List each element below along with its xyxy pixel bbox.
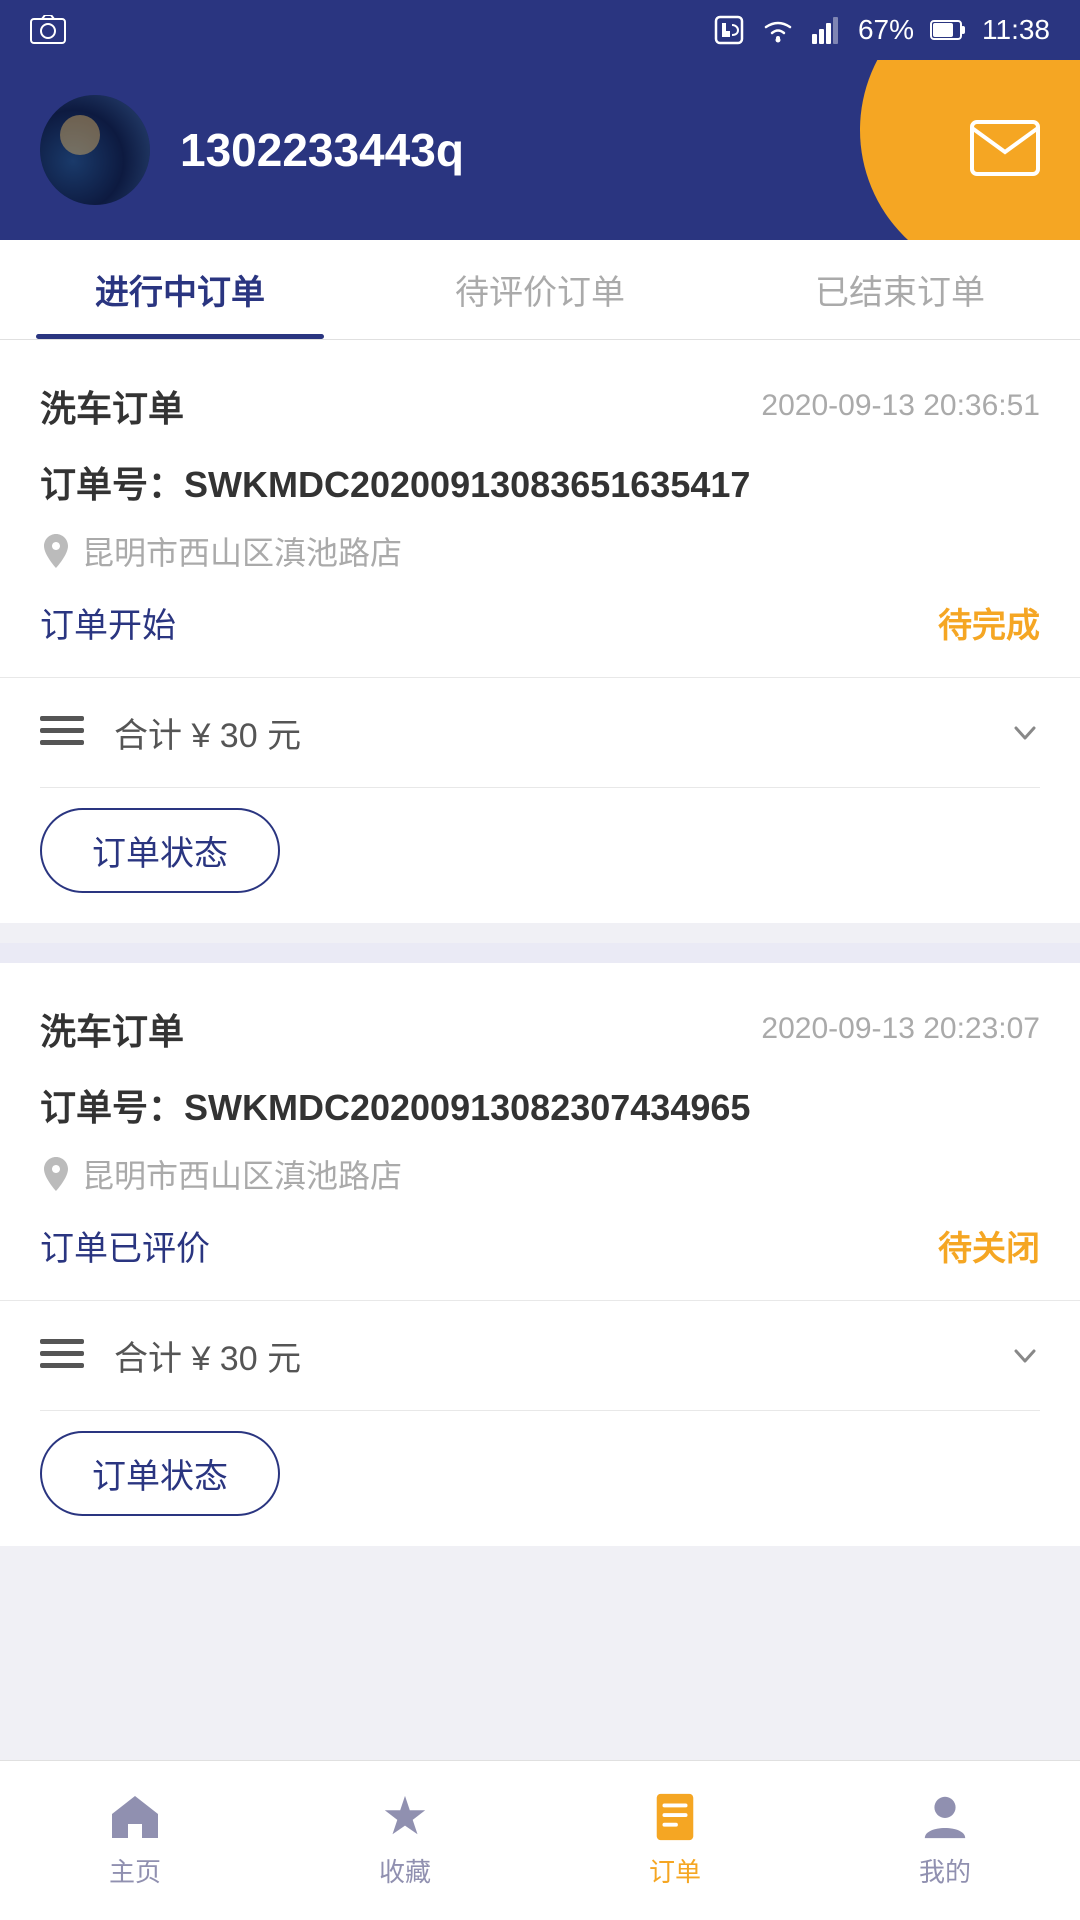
- status-right-2: 待关闭: [938, 1221, 1040, 1270]
- nav-favorites-label: 收藏: [379, 1852, 431, 1889]
- nfc-icon: [714, 15, 744, 45]
- status-bar-left: [30, 15, 66, 45]
- orders-icon: [648, 1792, 702, 1842]
- order-total-row-2[interactable]: 合计 ¥ 30 元: [40, 1301, 1040, 1410]
- status-right-1: 待完成: [938, 598, 1040, 647]
- content-area: 洗车订单 2020-09-13 20:36:51 订单号：SWKMDC20200…: [0, 340, 1080, 1746]
- order-status-row-2: 订单已评价 待关闭: [40, 1221, 1040, 1270]
- total-text-1: 合计 ¥ 30 元: [114, 708, 980, 757]
- mail-icon: [970, 120, 1040, 176]
- header: 1302233443q: [0, 60, 1080, 240]
- section-separator: [0, 943, 1080, 963]
- order-no-1: 订单号：SWKMDC20200913083651635417: [40, 456, 1040, 508]
- order-type-2: 洗车订单: [40, 1003, 184, 1055]
- location-text-1: 昆明市西山区滇池路店: [82, 528, 402, 574]
- bottom-spacer: [0, 1566, 1080, 1746]
- avatar-image: [40, 95, 150, 205]
- order-time-2: 2020-09-13 20:23:07: [761, 1012, 1040, 1046]
- bottom-nav: 主页 收藏 订单 我的: [0, 1760, 1080, 1920]
- order-location-1: 昆明市西山区滇池路店: [40, 528, 1040, 574]
- order-action-row-2: 订单状态: [40, 1410, 1040, 1546]
- nav-favorites[interactable]: 收藏: [270, 1792, 540, 1889]
- status-left-1: 订单开始: [40, 598, 176, 647]
- nav-mine-label: 我的: [919, 1852, 971, 1889]
- order-total-row-1[interactable]: 合计 ¥ 30 元: [40, 678, 1040, 787]
- nav-home[interactable]: 主页: [0, 1792, 270, 1889]
- location-icon-1: [40, 532, 72, 570]
- home-icon: [108, 1792, 162, 1842]
- mail-button[interactable]: [970, 120, 1040, 181]
- status-bar-right: 67% 11:38: [714, 14, 1050, 46]
- star-icon: [378, 1792, 432, 1842]
- order-tabs: 进行中订单 待评价订单 已结束订单: [0, 240, 1080, 340]
- total-text-2: 合计 ¥ 30 元: [114, 1331, 980, 1380]
- nav-orders-label: 订单: [649, 1852, 701, 1889]
- order-card-2: 洗车订单 2020-09-13 20:23:07 订单号：SWKMDC20200…: [0, 963, 1080, 1546]
- order-status-row-1: 订单开始 待完成: [40, 598, 1040, 647]
- avatar: [40, 95, 150, 205]
- order-no-2: 订单号：SWKMDC20200913082307434965: [40, 1079, 1040, 1131]
- order-header-2: 洗车订单 2020-09-13 20:23:07: [40, 1003, 1040, 1055]
- order-time-1: 2020-09-13 20:36:51: [761, 389, 1040, 423]
- tab-pending[interactable]: 待评价订单: [360, 240, 720, 339]
- order-card-1: 洗车订单 2020-09-13 20:36:51 订单号：SWKMDC20200…: [0, 340, 1080, 923]
- nav-orders[interactable]: 订单: [540, 1792, 810, 1889]
- status-bar: 67% 11:38: [0, 0, 1080, 60]
- tab-ended[interactable]: 已结束订单: [720, 240, 1080, 339]
- order-state-btn-2[interactable]: 订单状态: [40, 1431, 280, 1516]
- order-location-2: 昆明市西山区滇池路店: [40, 1151, 1040, 1197]
- order-state-btn-1[interactable]: 订单状态: [40, 808, 280, 893]
- battery-text: 67%: [858, 14, 914, 46]
- location-icon-2: [40, 1155, 72, 1193]
- person-icon: [918, 1792, 972, 1842]
- order-action-row-1: 订单状态: [40, 787, 1040, 923]
- chevron-icon-2: [1010, 1341, 1040, 1371]
- wifi-icon: [760, 16, 796, 44]
- chevron-icon-1: [1010, 718, 1040, 748]
- list-icon-1: [40, 714, 84, 752]
- nav-mine[interactable]: 我的: [810, 1792, 1080, 1889]
- signal-icon: [812, 16, 842, 44]
- location-text-2: 昆明市西山区滇池路店: [82, 1151, 402, 1197]
- username: 1302233443q: [180, 123, 970, 177]
- photo-icon: [30, 15, 66, 45]
- status-left-2: 订单已评价: [40, 1221, 210, 1270]
- battery-icon: [930, 19, 966, 41]
- tab-ongoing[interactable]: 进行中订单: [0, 240, 360, 339]
- time-display: 11:38: [982, 14, 1050, 46]
- order-header-1: 洗车订单 2020-09-13 20:36:51: [40, 380, 1040, 432]
- list-icon-2: [40, 1337, 84, 1375]
- order-type-1: 洗车订单: [40, 380, 184, 432]
- nav-home-label: 主页: [109, 1852, 161, 1889]
